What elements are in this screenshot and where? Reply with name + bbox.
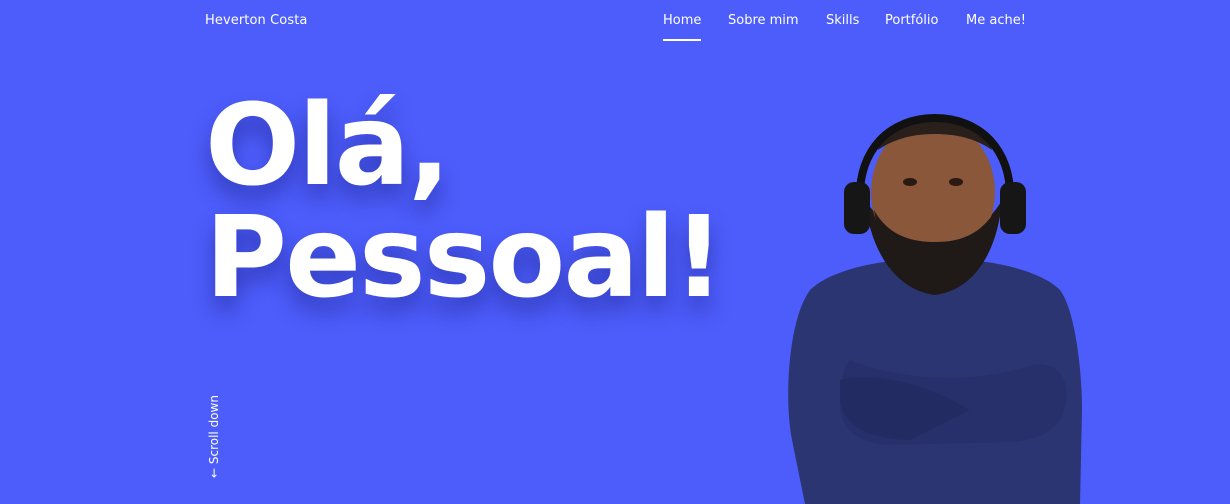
nav-home[interactable]: Home bbox=[663, 13, 702, 41]
hero-headline: Olá, Pessoal! bbox=[205, 81, 724, 323]
headline-line-1: Olá, bbox=[205, 81, 451, 211]
headline-line-2: Pessoal! bbox=[205, 193, 724, 323]
profile-photo bbox=[788, 113, 1082, 504]
nav-portfolio[interactable]: Portfólio bbox=[885, 13, 938, 28]
main-nav: Home Sobre mim Skills Portfólio Me ache! bbox=[0, 13, 1230, 43]
nav-skills[interactable]: Skills bbox=[826, 13, 859, 28]
nav-me-ache[interactable]: Me ache! bbox=[966, 13, 1026, 28]
nav-sobre-mim[interactable]: Sobre mim bbox=[728, 13, 799, 28]
scroll-down-link[interactable]: ← Scroll down bbox=[207, 395, 221, 478]
